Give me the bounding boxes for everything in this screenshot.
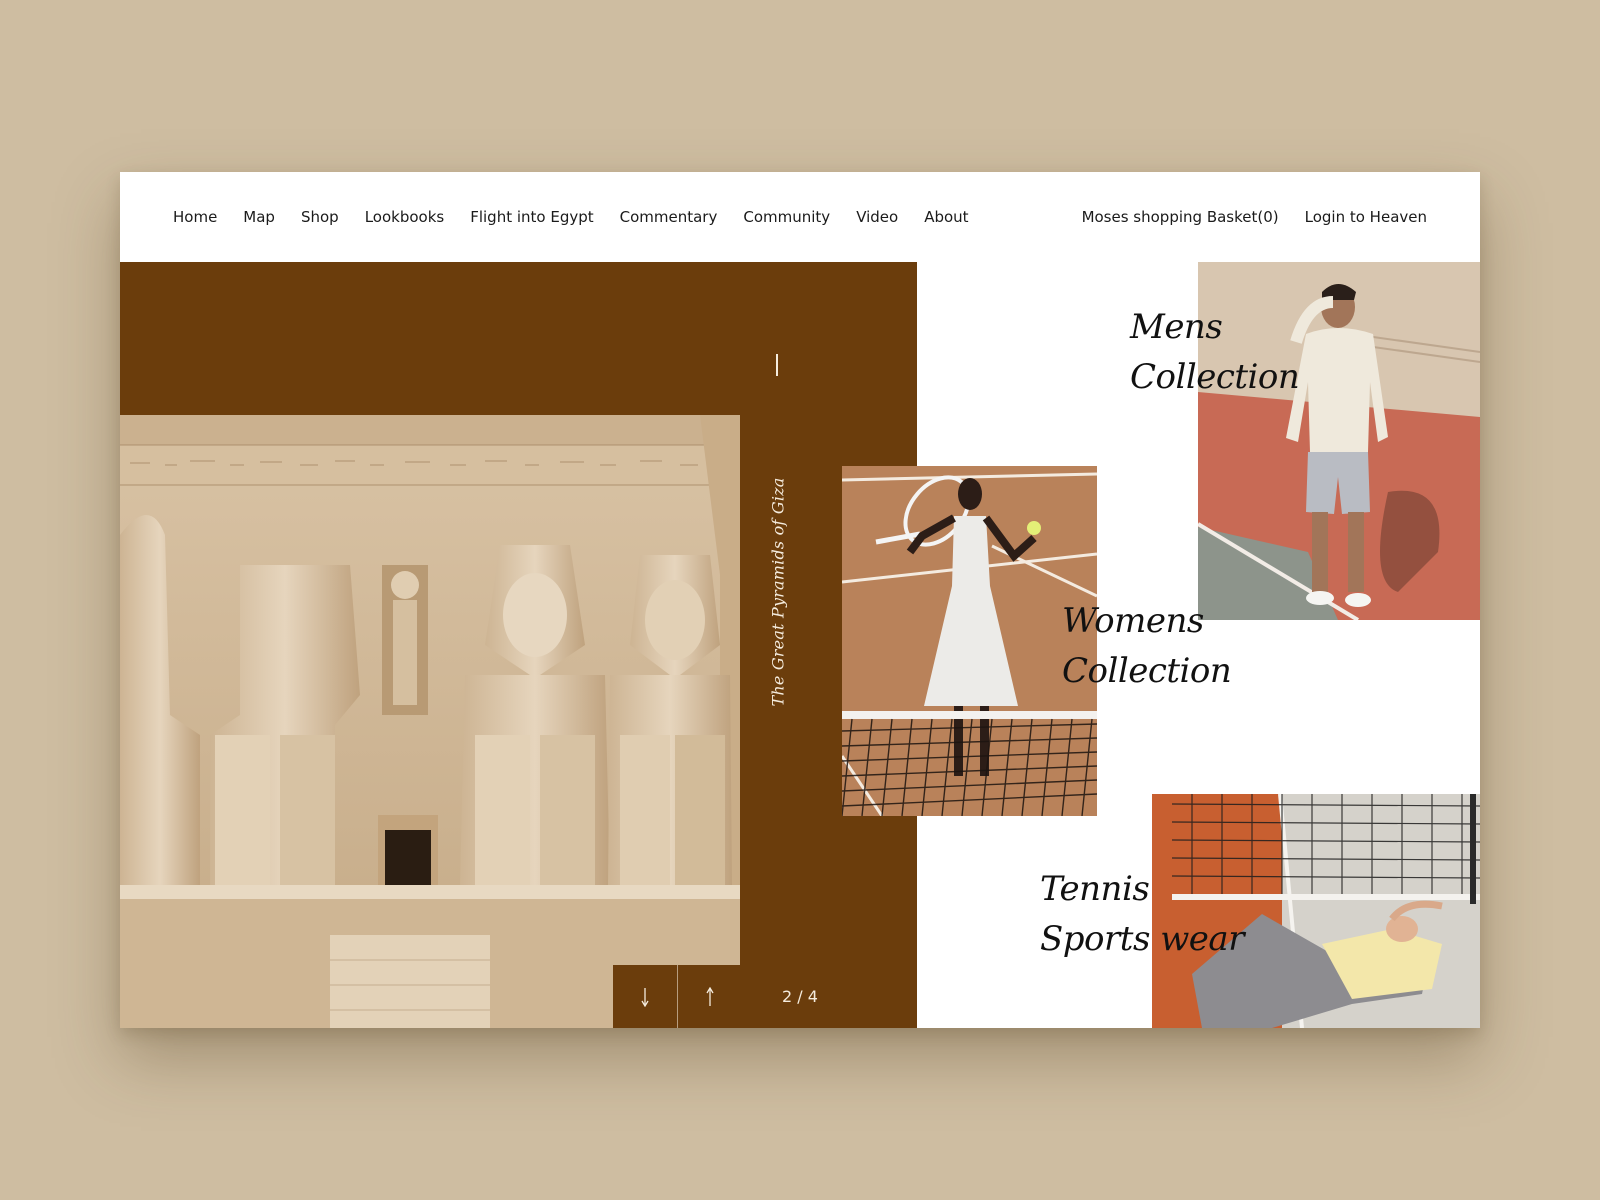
nav-about[interactable]: About — [924, 208, 968, 226]
womens-title-line1: Womens — [1062, 601, 1204, 641]
womens-title-line2: Collection — [1062, 651, 1232, 691]
mens-title-line2: Collection — [1130, 357, 1300, 397]
account-menu: Moses shopping Basket(0) Login to Heaven — [1056, 208, 1427, 226]
nav-map[interactable]: Map — [243, 208, 275, 226]
slide-counter: 2 / 4 — [782, 987, 818, 1006]
nav-flight-into-egypt[interactable]: Flight into Egypt — [470, 208, 593, 226]
browser-page: Home Map Shop Lookbooks Flight into Egyp… — [120, 172, 1480, 1028]
nav-shop[interactable]: Shop — [301, 208, 339, 226]
temple-photo — [120, 415, 740, 1028]
mens-title-line1: Mens — [1130, 307, 1223, 347]
caption-dash — [776, 354, 778, 376]
hero-caption: The Great Pyramids of Giza — [768, 477, 788, 707]
womens-collection-photo[interactable] — [842, 466, 1097, 816]
nav-commentary[interactable]: Commentary — [620, 208, 718, 226]
nav-community[interactable]: Community — [743, 208, 830, 226]
tennis-sportswear-link[interactable]: Tennis Sports wear — [1040, 864, 1244, 964]
nav-home[interactable]: Home — [173, 208, 217, 226]
shopping-basket-link[interactable]: Moses shopping Basket(0) — [1082, 208, 1279, 226]
tennis-title-line2: Sports wear — [1040, 919, 1244, 959]
main-menu: Home Map Shop Lookbooks Flight into Egyp… — [173, 208, 995, 226]
tennis-title-line1: Tennis — [1040, 869, 1150, 909]
arrow-up-icon[interactable] — [678, 965, 742, 1028]
login-link[interactable]: Login to Heaven — [1305, 208, 1427, 226]
hero-panel: The Great Pyramids of Giza 2 / 4 — [120, 262, 917, 1028]
arrow-down-icon[interactable] — [613, 965, 677, 1028]
womens-collection-link[interactable]: Womens Collection — [1062, 596, 1232, 696]
mens-collection-link[interactable]: Mens Collection — [1130, 302, 1300, 402]
nav-lookbooks[interactable]: Lookbooks — [365, 208, 445, 226]
top-navigation: Home Map Shop Lookbooks Flight into Egyp… — [120, 172, 1480, 262]
nav-video[interactable]: Video — [856, 208, 898, 226]
temple-illustration — [120, 415, 740, 1028]
slide-pager: 2 / 4 — [613, 965, 917, 1028]
